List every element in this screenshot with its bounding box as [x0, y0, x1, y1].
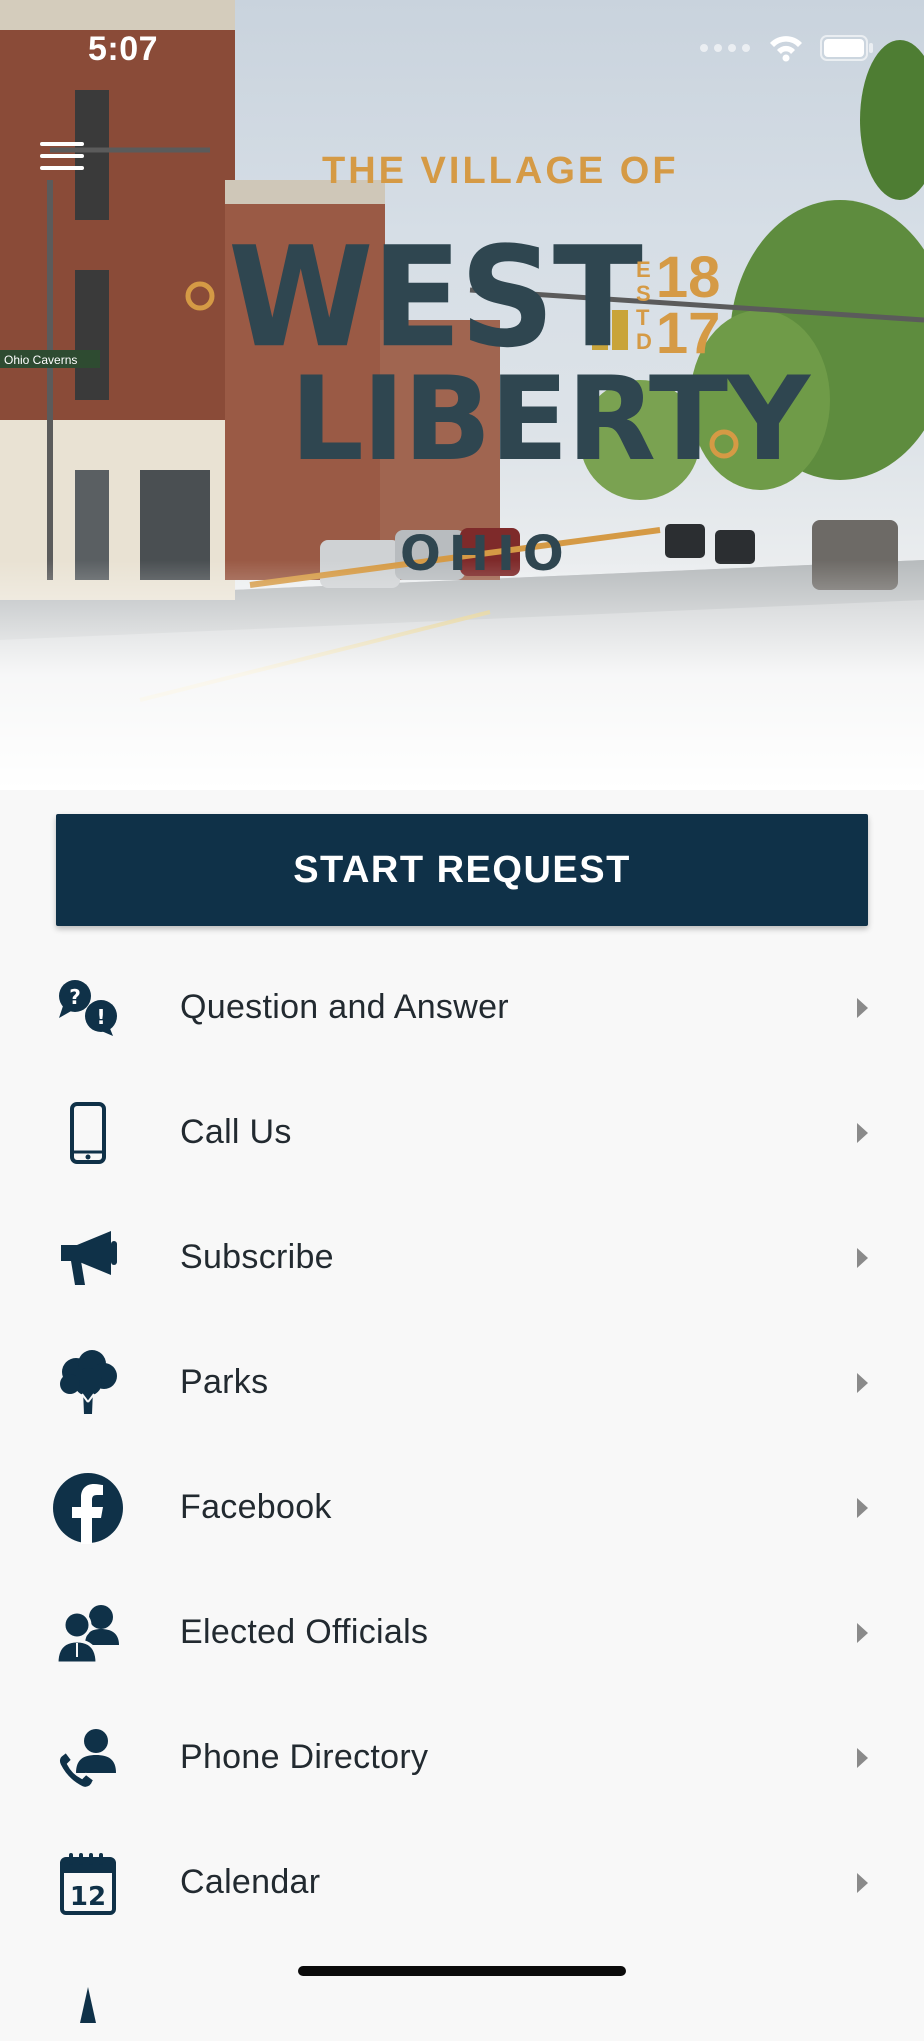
estd-letter: E	[636, 257, 651, 282]
status-time: 5:07	[88, 30, 159, 68]
calendar-day-text: 12	[70, 1882, 106, 1912]
estd-year: 18	[655, 245, 721, 310]
menu-item-label: Calendar	[180, 1863, 321, 1901]
logo-estd-letters: E S T D	[636, 258, 652, 354]
menu-item-call-us[interactable]: Call Us	[0, 1070, 924, 1195]
menu-item-label: Parks	[180, 1363, 269, 1401]
menu-item-facebook[interactable]: Facebook	[0, 1445, 924, 1570]
estd-letter: T	[636, 305, 650, 330]
chevron-right-icon	[857, 1247, 868, 1268]
svg-text:!: !	[96, 1005, 105, 1029]
menu-item-label: Phone Directory	[180, 1738, 429, 1776]
svg-text:?: ?	[69, 985, 81, 1009]
menu-list: ? ! Question and Answer Call Us Subscrib…	[0, 945, 924, 2023]
menu-item-label: Subscribe	[180, 1238, 334, 1276]
chevron-right-icon	[857, 1372, 868, 1393]
menu-item-label: Facebook	[180, 1488, 332, 1526]
chevron-right-icon	[857, 1747, 868, 1768]
megaphone-icon	[50, 1220, 126, 1296]
signal-icon	[700, 44, 750, 52]
chevron-right-icon	[857, 1122, 868, 1143]
wifi-icon	[770, 36, 802, 62]
logo-liberty-text: LIBERTY	[290, 352, 810, 487]
hamburger-menu-icon[interactable]	[40, 142, 84, 178]
menu-item-label: Elected Officials	[180, 1613, 429, 1651]
menu-item-calendar[interactable]: 12 Calendar	[0, 1820, 924, 1945]
logo-established: E S T D 18 17	[636, 245, 721, 366]
status-icons	[698, 34, 874, 62]
home-indicator	[298, 1966, 626, 1976]
menu-item-label: Call Us	[180, 1113, 292, 1151]
main-content: START REQUEST ? ! Question and Answer Ca…	[0, 790, 924, 2023]
logo-arc-text: THE VILLAGE OF	[322, 150, 679, 192]
phone-directory-icon	[50, 1720, 126, 1796]
menu-item-phone-directory[interactable]: Phone Directory	[0, 1695, 924, 1820]
phone-icon	[50, 1095, 126, 1171]
calendar-icon: 12	[50, 1845, 126, 1921]
start-request-button[interactable]: START REQUEST	[56, 814, 868, 926]
estd-letter: D	[636, 329, 652, 354]
estd-year: 17	[655, 301, 721, 366]
logo-west-text: WEST	[228, 217, 643, 379]
tree-icon	[50, 1345, 126, 1421]
menu-item-parks[interactable]: Parks	[0, 1320, 924, 1445]
hero-banner: Ohio Caverns 5:07 THE VILLAGE OF WEST LI	[0, 0, 924, 790]
hero-fade	[0, 560, 924, 790]
estd-letter: S	[636, 281, 651, 306]
partial-icon	[50, 1965, 126, 2041]
chevron-right-icon	[857, 997, 868, 1018]
chevron-right-icon	[857, 1622, 868, 1643]
logo-estd-years: 18 17	[655, 245, 721, 366]
chevron-right-icon	[857, 1497, 868, 1518]
menu-item-elected-officials[interactable]: Elected Officials	[0, 1570, 924, 1695]
facebook-icon	[50, 1470, 126, 1546]
menu-item-question-answer[interactable]: ? ! Question and Answer	[0, 945, 924, 1070]
menu-item-label: Question and Answer	[180, 988, 509, 1026]
street-sign-text: Ohio Caverns	[4, 353, 77, 367]
menu-item-subscribe[interactable]: Subscribe	[0, 1195, 924, 1320]
logo-ohio-text: OHIO	[400, 526, 572, 582]
battery-icon	[820, 35, 873, 61]
question-answer-icon: ? !	[50, 970, 126, 1046]
officials-icon	[50, 1595, 126, 1671]
chevron-right-icon	[857, 1872, 868, 1893]
